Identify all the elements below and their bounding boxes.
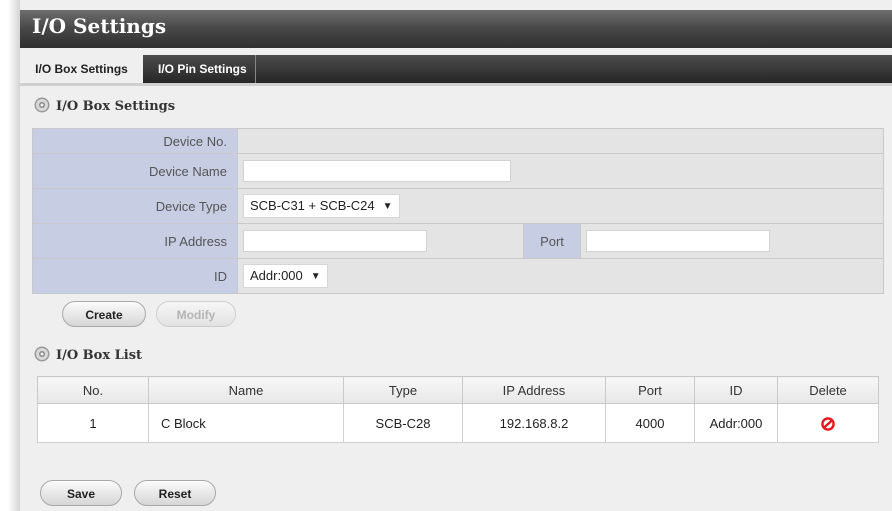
device-name-label: Device Name (32, 153, 238, 189)
column-header-no: No. (37, 376, 149, 404)
ip-address-input[interactable] (243, 230, 427, 252)
modify-button: Modify (156, 301, 236, 327)
device-name-row: Device Name (32, 153, 884, 189)
device-name-cell (237, 153, 884, 189)
id-value: Addr:000 (250, 268, 303, 283)
title-bar: I/O Settings (20, 10, 892, 48)
create-button[interactable]: Create (62, 301, 146, 327)
device-no-value (237, 128, 884, 154)
column-header-name: Name (148, 376, 344, 404)
device-type-cell: SCB-C31 + SCB-C24 ▼ (237, 188, 884, 224)
cell-no: 1 (37, 403, 149, 443)
tab-underline (20, 83, 892, 86)
device-type-value: SCB-C31 + SCB-C24 (250, 198, 375, 213)
id-label: ID (32, 258, 238, 294)
gear-icon (34, 97, 50, 113)
cell-ip-address: 192.168.8.2 (462, 403, 606, 443)
port-input[interactable] (586, 230, 770, 252)
gear-icon (34, 346, 50, 362)
ip-address-row: IP Address Port (32, 223, 884, 259)
ip-address-label: IP Address (32, 223, 238, 259)
device-type-row: Device Type SCB-C31 + SCB-C24 ▼ (32, 188, 884, 224)
chevron-down-icon: ▼ (310, 271, 321, 282)
id-select[interactable]: Addr:000 ▼ (243, 264, 328, 288)
cell-id: Addr:000 (694, 403, 778, 443)
port-cell (580, 223, 884, 259)
section-title: I/O Box List (56, 348, 143, 363)
port-label: Port (523, 223, 581, 259)
column-header-ip-address: IP Address (462, 376, 606, 404)
cell-name: C Block (148, 403, 344, 443)
tab-io-pin-settings[interactable]: I/O Pin Settings (150, 55, 256, 83)
column-header-delete: Delete (777, 376, 879, 404)
io-box-list-header: I/O Box List (34, 346, 142, 366)
io-box-settings-header: I/O Box Settings (34, 97, 175, 117)
page-left-shadow (8, 0, 20, 511)
section-title: I/O Box Settings (56, 99, 176, 114)
device-type-label: Device Type (32, 188, 238, 224)
cell-type: SCB-C28 (343, 403, 463, 443)
column-header-port: Port (605, 376, 695, 404)
cell-port: 4000 (605, 403, 695, 443)
id-cell: Addr:000 ▼ (237, 258, 884, 294)
ip-address-cell (237, 223, 524, 259)
page-title: I/O Settings (32, 14, 167, 38)
device-type-select[interactable]: SCB-C31 + SCB-C24 ▼ (243, 194, 400, 218)
table-row[interactable]: 1 C Block SCB-C28 192.168.8.2 4000 Addr:… (37, 403, 879, 443)
save-button[interactable]: Save (40, 480, 122, 506)
column-header-id: ID (694, 376, 778, 404)
io-box-settings-form: Device No. Device Name Device Type SCB-C… (32, 128, 884, 294)
column-header-type: Type (343, 376, 463, 404)
delete-icon[interactable] (821, 416, 835, 431)
tab-strip: I/O Box Settings I/O Pin Settings (20, 55, 892, 83)
chevron-down-icon: ▼ (382, 201, 393, 212)
id-row: ID Addr:000 ▼ (32, 258, 884, 294)
tab-io-box-settings[interactable]: I/O Box Settings (20, 55, 143, 83)
device-name-input[interactable] (243, 160, 511, 182)
reset-button[interactable]: Reset (134, 480, 216, 506)
cell-delete (777, 403, 879, 443)
device-no-row: Device No. (32, 128, 884, 154)
device-no-label: Device No. (32, 128, 238, 154)
settings-panel: I/O Settings I/O Box Settings I/O Pin Se… (20, 0, 892, 511)
table-header-row: No. Name Type IP Address Port ID Delete (37, 376, 879, 404)
io-box-list-table: No. Name Type IP Address Port ID Delete … (37, 376, 879, 443)
